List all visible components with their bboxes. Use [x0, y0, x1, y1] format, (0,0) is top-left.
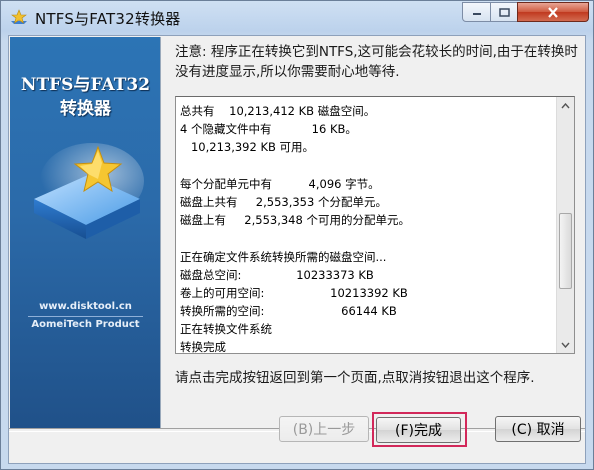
converter-window: NTFS与FAT32转换器 NTFS与FAT32 转换器 www.disktoo…: [0, 0, 594, 470]
log-line: 卷上的可用空间: 10213392 KB: [180, 285, 408, 300]
log-line: 每个分配单元中有 4,096 字节。: [180, 176, 380, 191]
notice-text: 注意: 程序正在转换它到NTFS,这可能会花较长的时间,由于在转换时没有进度显示…: [175, 44, 578, 80]
close-button[interactable]: [517, 2, 589, 22]
conversion-log[interactable]: 总共有 10,213,412 KB 磁盘空间。 4 个隐藏文件中有 16 KB。 …: [175, 96, 575, 354]
scroll-up-button[interactable]: [557, 97, 574, 114]
title-bar[interactable]: NTFS与FAT32转换器: [1, 1, 593, 35]
banner-title-line2: 转换器: [60, 99, 111, 119]
app-icon: [11, 9, 27, 24]
banner-divider: [160, 37, 161, 428]
chevron-down-icon: [561, 342, 570, 348]
log-line: 正在转换文件系统: [180, 322, 272, 337]
disk-star-logo: [34, 143, 144, 239]
instruction-text: 请点击完成按钮返回到第一个页面,点取消按钮退出这个程序.: [175, 370, 535, 386]
maximize-icon: [498, 7, 510, 17]
banner-title: NTFS与FAT32 转换器: [10, 73, 161, 121]
log-line: 转换完成: [180, 340, 226, 355]
log-lines: 总共有 10,213,412 KB 磁盘空间。 4 个隐藏文件中有 16 KB。 …: [180, 102, 555, 357]
log-scrollbar[interactable]: [556, 97, 574, 353]
banner-url: www.disktool.cn: [39, 301, 132, 312]
cancel-button[interactable]: (C) 取消: [495, 416, 581, 442]
banner-company: AomeiTech Product: [28, 316, 143, 330]
close-icon: [548, 6, 558, 18]
log-line: 磁盘上共有 2,553,353 个分配单元。: [180, 194, 387, 209]
log-line: 磁盘上有 2,553,348 个可用的分配单元。: [180, 213, 410, 228]
window-title: NTFS与FAT32转换器: [35, 10, 181, 28]
chevron-up-icon: [561, 102, 570, 108]
log-line: 转换所需的空间: 66144 KB: [180, 304, 397, 319]
maximize-button[interactable]: [490, 2, 518, 22]
log-line: 10,213,392 KB 可用。: [180, 140, 315, 155]
log-line: 总共有 10,213,412 KB 磁盘空间。: [180, 104, 376, 118]
banner-title-line1: NTFS与FAT32: [20, 75, 151, 95]
product-banner: NTFS与FAT32 转换器 www.disktool.cn AomeiTech…: [10, 37, 161, 428]
log-line: 4 个隐藏文件中有 16 KB。: [180, 122, 357, 137]
back-button[interactable]: (B)上一步: [279, 416, 369, 442]
scroll-thumb[interactable]: [559, 213, 572, 289]
minimize-icon: [472, 13, 481, 15]
log-line: 正在确定文件系统转换所需的磁盘空间...: [180, 249, 387, 264]
log-line: 磁盘总空间: 10233373 KB: [180, 267, 374, 282]
minimize-button[interactable]: [462, 2, 491, 22]
dialog-client-area: NTFS与FAT32 转换器 www.disktool.cn AomeiTech…: [8, 35, 586, 464]
finish-button[interactable]: (F)完成: [376, 417, 461, 443]
scroll-down-button[interactable]: [557, 336, 574, 353]
